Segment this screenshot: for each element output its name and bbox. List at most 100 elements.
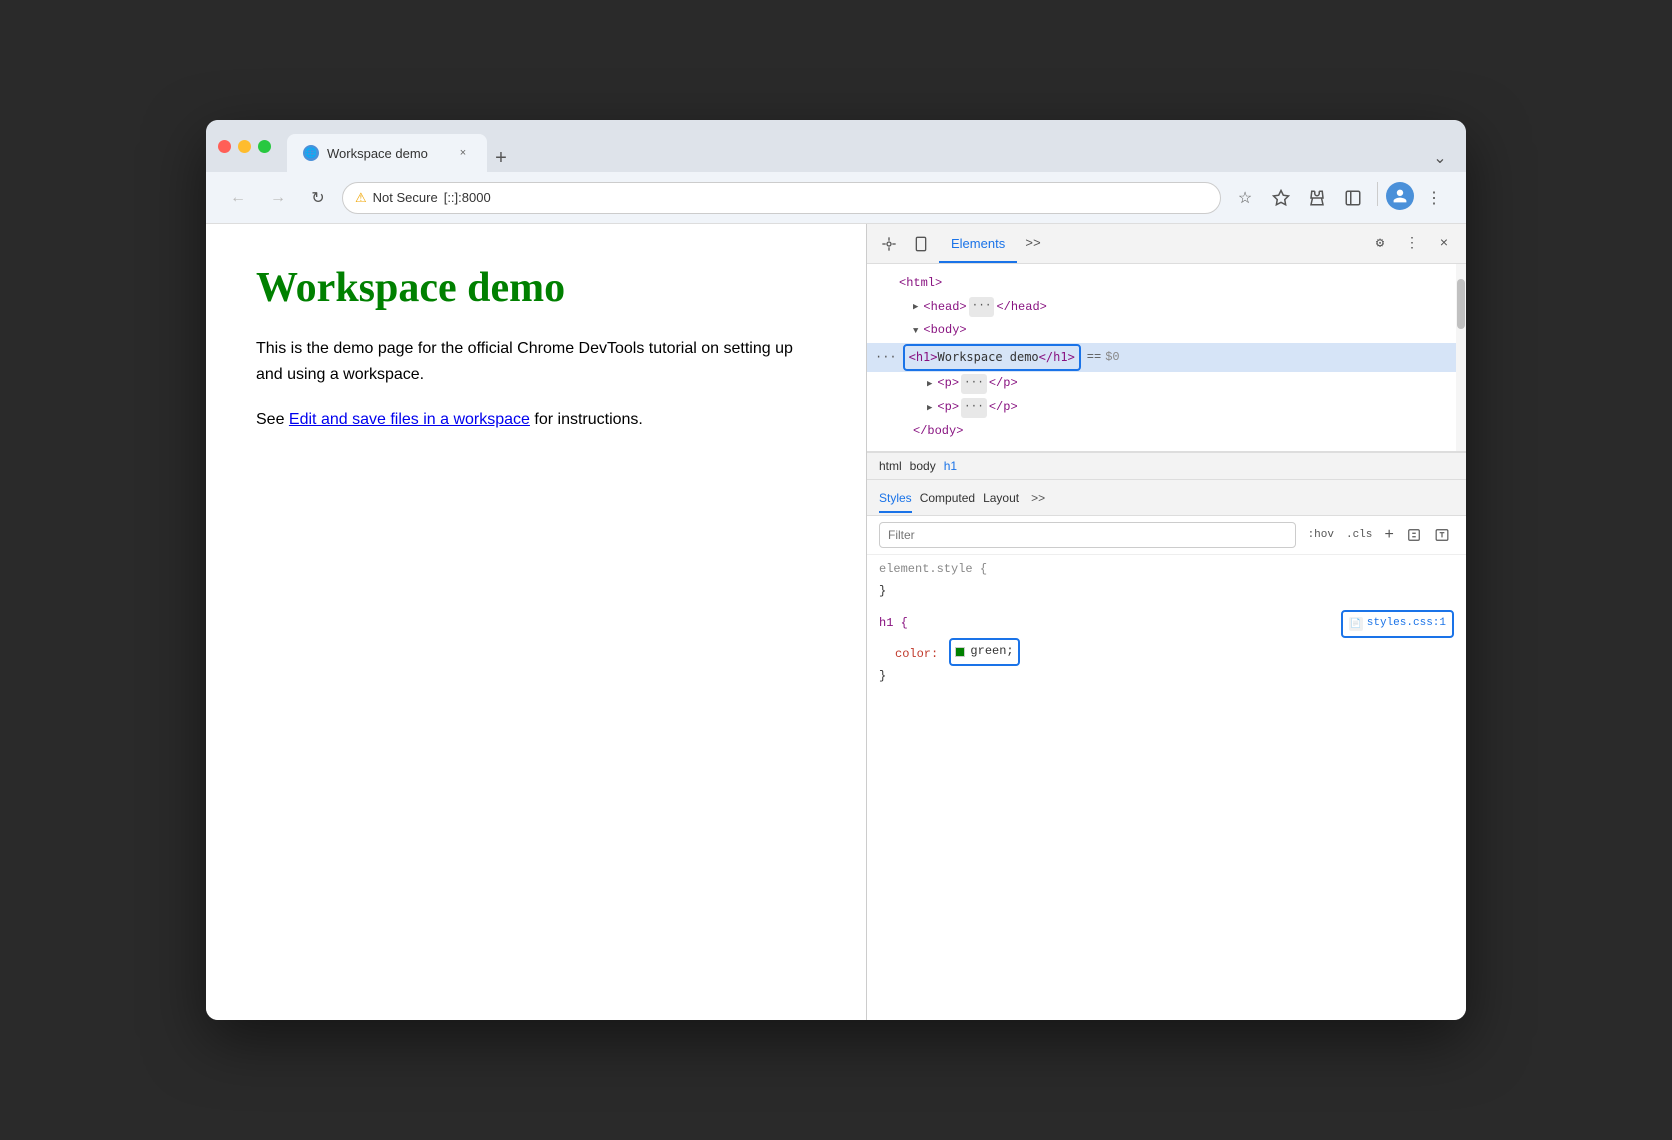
new-style-rule[interactable] [1430, 523, 1454, 547]
user-profile-button[interactable] [1386, 182, 1414, 210]
color-value-wrapper: green; [949, 638, 1019, 666]
body-close-tag: </body> [913, 421, 963, 443]
see-label: See [256, 411, 284, 428]
inspect-element-button[interactable] [875, 230, 903, 258]
sidebar-button[interactable] [1337, 182, 1369, 214]
color-value: green; [970, 641, 1013, 663]
color-property: color: [895, 647, 938, 661]
devtools-more-button[interactable]: ⋮ [1398, 230, 1426, 258]
head-dots[interactable]: ··· [969, 297, 995, 317]
head-expand-icon[interactable]: ▶ [913, 299, 918, 315]
tab-styles[interactable]: Styles [879, 489, 912, 507]
browser-window: 🌐 Workspace demo × + ⌄ ← → ↻ ⚠ Not Secur… [206, 120, 1466, 1020]
workspace-link[interactable]: Edit and save files in a workspace [289, 411, 530, 428]
dom-line-p2[interactable]: ▶ <p> ··· </p> [867, 396, 1466, 420]
traffic-lights [218, 140, 271, 153]
extension-button[interactable] [1265, 182, 1297, 214]
p1-expand-icon[interactable]: ▶ [927, 376, 932, 392]
title-bar: 🌐 Workspace demo × + ⌄ [206, 120, 1466, 172]
p2-expand-icon[interactable]: ▶ [927, 400, 932, 416]
lab-button[interactable] [1301, 182, 1333, 214]
devtools-header: Elements >> ⚙ ⋮ × [867, 224, 1466, 264]
tab-area: 🌐 Workspace demo × + ⌄ [287, 120, 1454, 172]
hov-button[interactable]: :hov [1304, 527, 1338, 543]
address-bar[interactable]: ⚠ Not Secure [::]:8000 [342, 182, 1221, 214]
content-area: Workspace demo This is the demo page for… [206, 224, 1466, 1020]
element-style-close: } [879, 581, 1454, 603]
dom-line-p1[interactable]: ▶ <p> ··· </p> [867, 372, 1466, 396]
refresh-button[interactable]: ↻ [302, 182, 334, 214]
file-link-text: styles.css:1 [1367, 614, 1446, 634]
dom-line-body[interactable]: ▼ <body> [867, 319, 1466, 343]
dom-scrollbar[interactable] [1456, 264, 1466, 451]
p1-open-tag: <p> [937, 373, 959, 395]
p2-open-tag: <p> [937, 397, 959, 419]
tab-elements[interactable]: Elements [939, 224, 1017, 263]
devtools-tab-bar: Elements >> [939, 224, 1362, 263]
devtools-settings-button[interactable]: ⚙ [1366, 230, 1394, 258]
p2-dots[interactable]: ··· [961, 398, 987, 418]
styles-tabs-more[interactable]: >> [1027, 489, 1049, 507]
dom-line-h1[interactable]: ··· <h1>Workspace demo</h1> == $0 [867, 343, 1466, 373]
close-window-button[interactable] [218, 140, 231, 153]
devtools-panel: Elements >> ⚙ ⋮ × <html> [866, 224, 1466, 1020]
tab-title: Workspace demo [327, 146, 428, 161]
color-prop-line: color: green; [895, 638, 1454, 666]
styles-panel: :hov .cls + element.style { [867, 516, 1466, 1020]
element-style-block: element.style { } [867, 555, 1466, 606]
not-secure-label: Not Secure [373, 190, 438, 205]
dom-line-body-close[interactable]: </body> [867, 420, 1466, 444]
maximize-window-button[interactable] [258, 140, 271, 153]
dom-line-html[interactable]: <html> [867, 272, 1466, 296]
address-url: [::]:8000 [444, 190, 491, 205]
h1-tag-highlighted: <h1>Workspace demo</h1> [903, 344, 1081, 372]
body-expand-icon[interactable]: ▼ [913, 323, 918, 339]
devtools-close-button[interactable]: × [1430, 230, 1458, 258]
tab-more-button[interactable]: >> [1017, 224, 1049, 263]
filter-row: :hov .cls + [867, 516, 1466, 555]
page-body-text: This is the demo page for the official C… [256, 336, 816, 387]
dom-line-dots[interactable]: ··· [875, 347, 897, 369]
dom-scrollbar-thumb[interactable] [1457, 279, 1465, 329]
h1-open-tag: <h1> [909, 347, 938, 369]
breadcrumb-body[interactable]: body [910, 459, 936, 473]
forward-button[interactable]: → [262, 182, 294, 214]
toggle-element-state[interactable] [1402, 523, 1426, 547]
styles-panel-tabs: Styles Computed Layout >> [867, 480, 1466, 516]
file-icon: 📄 [1349, 617, 1363, 631]
webpage-content: Workspace demo This is the demo page for… [206, 224, 866, 1020]
chrome-menu-button[interactable]: ⋮ [1418, 182, 1450, 214]
p1-dots[interactable]: ··· [961, 374, 987, 394]
h1-close-tag: </h1> [1039, 347, 1075, 369]
tab-layout[interactable]: Layout [983, 489, 1019, 507]
tab-computed[interactable]: Computed [920, 489, 975, 507]
body-open-tag: <body> [923, 320, 966, 342]
after-link-label: for instructions. [534, 411, 642, 428]
html-tag: <html> [899, 273, 942, 295]
tab-close-button[interactable]: × [455, 145, 471, 161]
dom-line-head[interactable]: ▶ <head> ··· </head> [867, 296, 1466, 320]
h1-style-block: h1 { 📄 styles.css:1 color: green; [867, 606, 1466, 691]
breadcrumb-h1[interactable]: h1 [944, 459, 957, 473]
bookmark-button[interactable]: ☆ [1229, 182, 1261, 214]
device-toolbar-button[interactable] [907, 230, 935, 258]
back-button[interactable]: ← [222, 182, 254, 214]
element-style-selector: element.style { [879, 562, 987, 576]
filter-input[interactable] [879, 522, 1296, 548]
breadcrumb-html[interactable]: html [879, 459, 902, 473]
minimize-window-button[interactable] [238, 140, 251, 153]
add-style-button[interactable]: + [1380, 524, 1398, 546]
active-tab[interactable]: 🌐 Workspace demo × [287, 134, 487, 172]
tab-menu-button[interactable]: ⌄ [1426, 144, 1454, 172]
tab-favicon: 🌐 [303, 145, 319, 161]
color-swatch-green[interactable] [955, 647, 965, 657]
h1-selector: h1 { [879, 613, 908, 635]
nav-divider [1377, 182, 1378, 206]
cls-button[interactable]: .cls [1342, 527, 1376, 543]
styles-file-link[interactable]: 📄 styles.css:1 [1341, 610, 1454, 638]
h1-selector-row: h1 { 📄 styles.css:1 [879, 610, 1454, 638]
h1-content: Workspace demo [938, 347, 1039, 369]
head-close-tag: </head> [996, 297, 1046, 319]
new-tab-button[interactable]: + [487, 144, 515, 172]
dom-dollar-zero: $0 [1105, 347, 1119, 369]
